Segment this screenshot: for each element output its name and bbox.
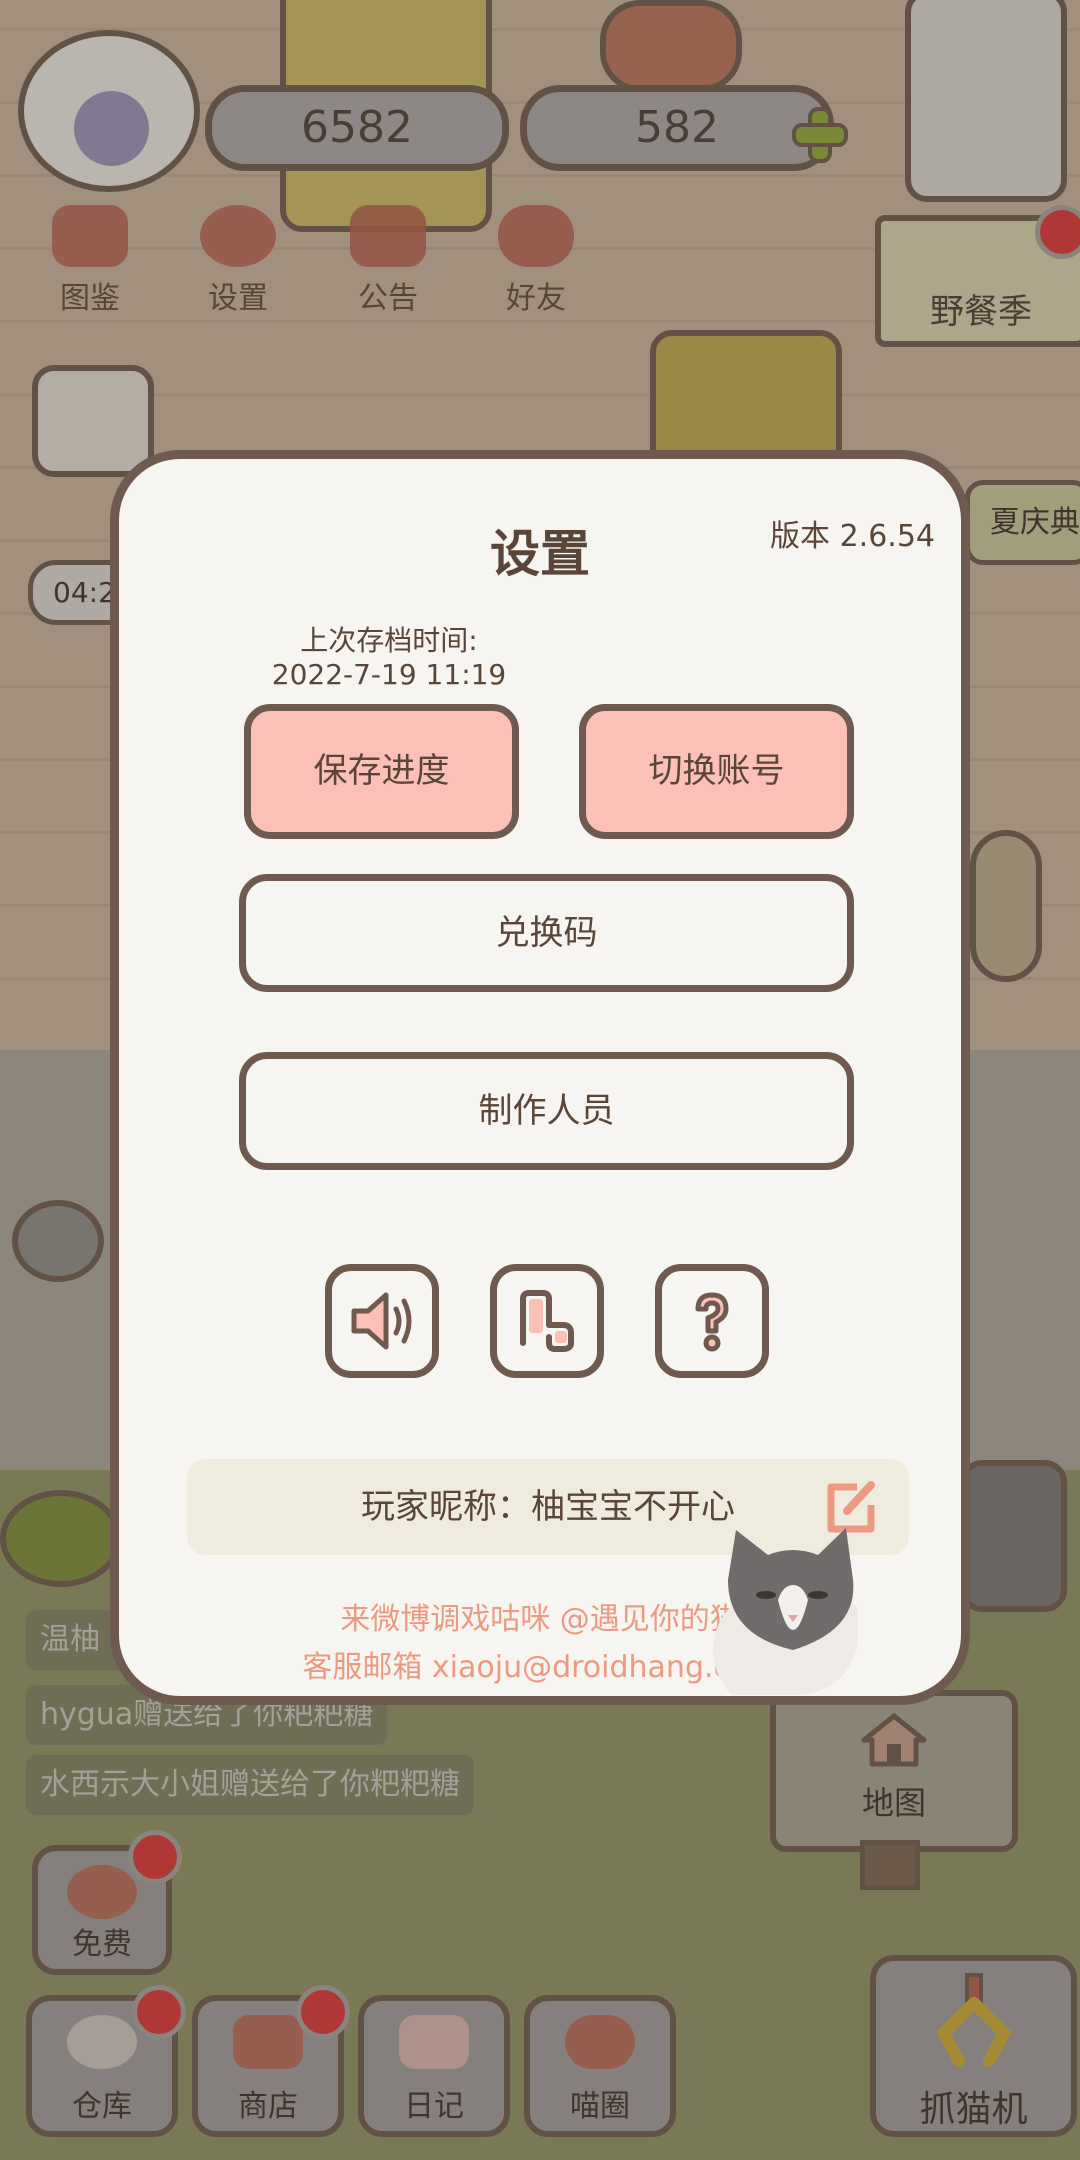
credits-button[interactable]: 制作人员 bbox=[239, 1052, 854, 1170]
help-button[interactable] bbox=[655, 1264, 769, 1378]
music-note-icon bbox=[520, 1290, 574, 1352]
last-save-label: 上次存档时间: bbox=[300, 624, 478, 657]
speaker-icon bbox=[351, 1292, 412, 1350]
last-save-info: 上次存档时间: 2022-7-19 11:19 bbox=[269, 624, 509, 692]
help-icon bbox=[695, 1292, 729, 1352]
cat-photo-sticker bbox=[708, 1510, 858, 1695]
music-toggle-button[interactable] bbox=[490, 1264, 604, 1378]
player-nickname-text: 玩家昵称：柚宝宝不开心 bbox=[361, 1487, 735, 1527]
sound-toggle-button[interactable] bbox=[325, 1264, 439, 1378]
last-save-time: 2022-7-19 11:19 bbox=[271, 658, 507, 691]
save-progress-button[interactable]: 保存进度 bbox=[244, 704, 519, 839]
switch-account-button[interactable]: 切换账号 bbox=[579, 704, 854, 839]
version-label: 版本 2.6.54 bbox=[770, 519, 935, 554]
redeem-code-button[interactable]: 兑换码 bbox=[239, 874, 854, 992]
